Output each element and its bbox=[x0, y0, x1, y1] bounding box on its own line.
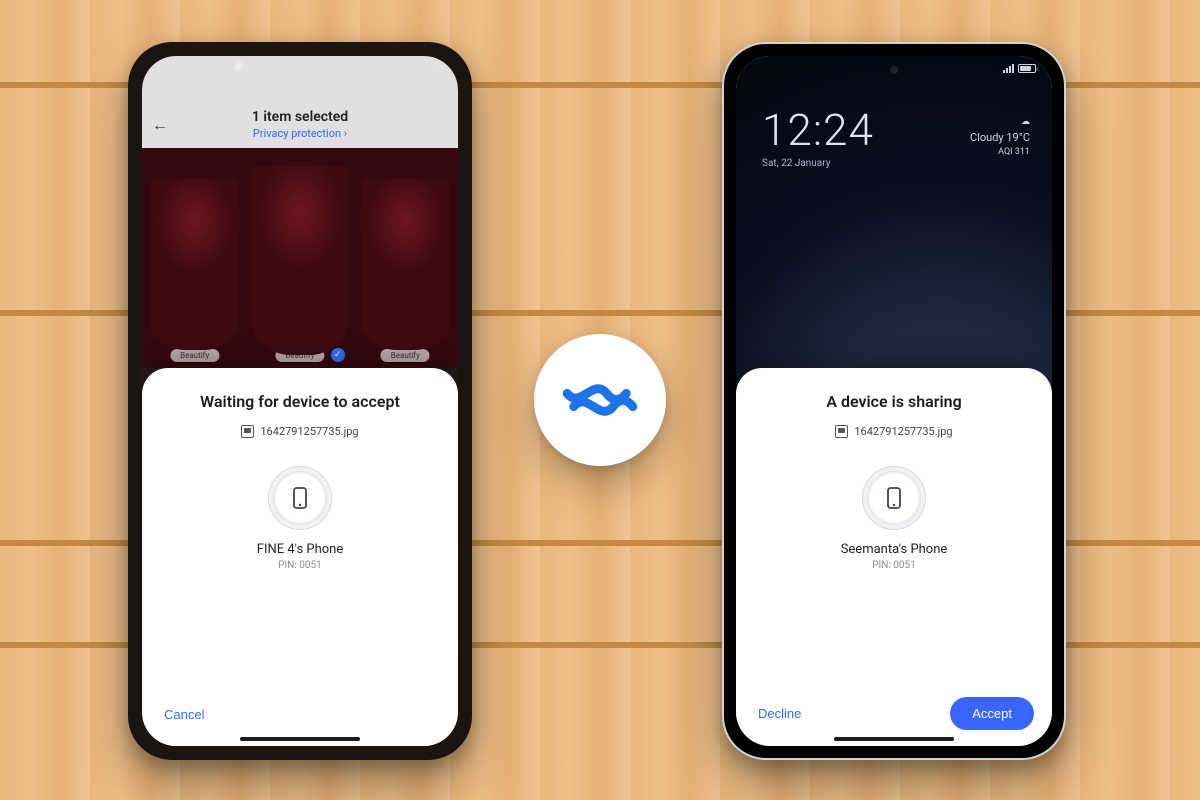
privacy-link[interactable]: Privacy protection › bbox=[176, 127, 424, 140]
phone-icon bbox=[882, 486, 906, 510]
share-app-badge bbox=[534, 334, 666, 466]
phone-receiver-screen: 12:24 Sat, 22 January ☁ Cloudy 19°C AQI … bbox=[736, 56, 1052, 746]
image-file-icon bbox=[835, 425, 848, 438]
back-icon[interactable]: ← bbox=[152, 115, 168, 135]
weather-line1: Cloudy 19°C bbox=[970, 130, 1030, 147]
device-pin: PIN: 0051 bbox=[278, 560, 322, 571]
phone-receiver: 12:24 Sat, 22 January ☁ Cloudy 19°C AQI … bbox=[722, 42, 1066, 760]
accept-button[interactable]: Accept bbox=[950, 697, 1034, 730]
lock-time: 12:24 bbox=[762, 104, 874, 156]
status-bar bbox=[752, 64, 1036, 73]
share-sheet-receiver: A device is sharing 1642791257735.jpg Se… bbox=[736, 368, 1052, 746]
file-info: 1642791257735.jpg bbox=[835, 425, 952, 438]
weather-widget[interactable]: ☁ Cloudy 19°C AQI 311 bbox=[970, 116, 1030, 160]
device-avatar[interactable] bbox=[862, 466, 926, 530]
header-title: 1 item selected bbox=[176, 109, 424, 125]
beautify-chip[interactable]: Beautify bbox=[170, 349, 219, 362]
gallery-thumb[interactable]: Beautify bbox=[353, 148, 458, 368]
share-sheet-sender: Waiting for device to accept 16427912577… bbox=[142, 368, 458, 746]
file-info: 1642791257735.jpg bbox=[241, 425, 358, 438]
check-icon: ✓ bbox=[331, 348, 345, 362]
filename: 1642791257735.jpg bbox=[260, 425, 358, 438]
device-avatar[interactable] bbox=[268, 466, 332, 530]
beautify-chip[interactable]: Beautify bbox=[275, 349, 324, 362]
image-file-icon bbox=[241, 425, 254, 438]
device-pin: PIN: 0051 bbox=[872, 560, 916, 571]
beautify-chip[interactable]: Beautify bbox=[381, 349, 430, 362]
gallery-header: ← 1 item selected Privacy protection › bbox=[142, 56, 458, 148]
gallery-thumb[interactable]: Beautify bbox=[142, 148, 247, 368]
home-indicator[interactable] bbox=[834, 737, 954, 741]
gallery-thumbnails: Beautify Beautify ✓ Beautify bbox=[142, 148, 458, 368]
decline-button[interactable]: Decline bbox=[754, 698, 805, 729]
sheet-title: Waiting for device to accept bbox=[200, 392, 400, 411]
phone-sender-screen: 12:24 AM | 0.0KB/s ⏰ ᛒ ◬ ← 1 item select… bbox=[142, 56, 458, 746]
home-indicator[interactable] bbox=[240, 737, 360, 741]
share-app-icon bbox=[559, 359, 641, 441]
filename: 1642791257735.jpg bbox=[854, 425, 952, 438]
signal-icon bbox=[1003, 64, 1014, 73]
device-name: Seemanta's Phone bbox=[841, 542, 948, 557]
gallery-thumb-selected[interactable]: Beautify ✓ bbox=[247, 148, 352, 368]
weather-line2: AQI 311 bbox=[970, 146, 1030, 160]
battery-icon bbox=[1018, 64, 1036, 73]
lockscreen-clock: 12:24 Sat, 22 January bbox=[762, 104, 874, 169]
phone-icon bbox=[288, 486, 312, 510]
sheet-title: A device is sharing bbox=[826, 392, 961, 411]
lock-date: Sat, 22 January bbox=[762, 158, 874, 169]
phone-sender: 12:24 AM | 0.0KB/s ⏰ ᛒ ◬ ← 1 item select… bbox=[128, 42, 472, 760]
device-name: FINE 4's Phone bbox=[257, 542, 343, 557]
cancel-button[interactable]: Cancel bbox=[160, 699, 208, 730]
